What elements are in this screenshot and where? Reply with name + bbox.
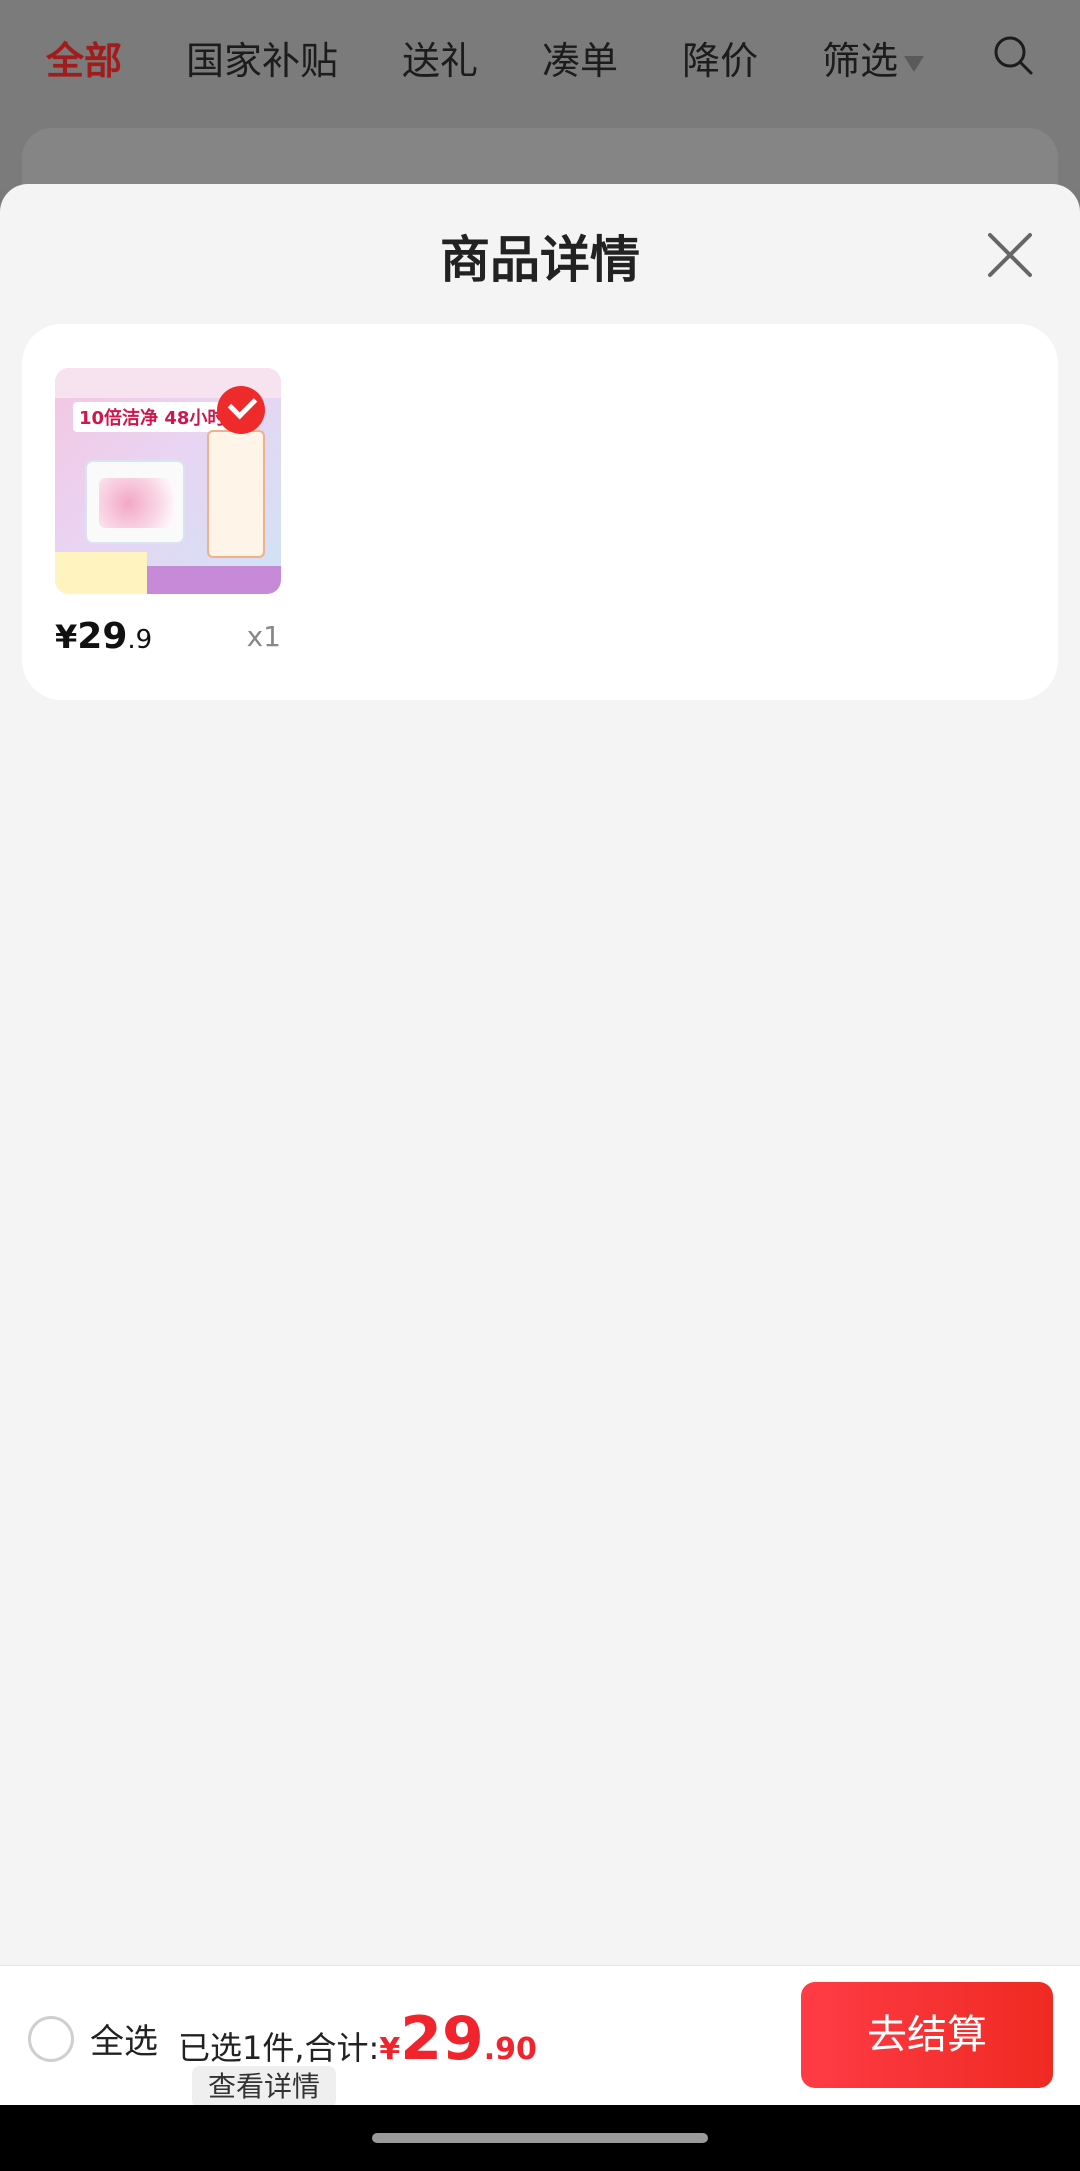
summary-label: 已选1件,合计: [178, 2029, 380, 2067]
product-image[interactable]: 10倍洁净 48小时 [55, 368, 281, 594]
tab-filter[interactable]: 筛选 [822, 30, 925, 85]
tab-filter-label: 筛选 [822, 39, 899, 83]
tab-all[interactable]: 全部 [46, 30, 122, 85]
total-price: ¥29.90 [379, 2004, 537, 2074]
checked-icon[interactable] [217, 386, 265, 434]
product-package [85, 460, 185, 544]
selection-summary: 已选1件,合计:¥29.90 [178, 2004, 537, 2074]
product-card: 10倍洁净 48小时 ¥29.9 x1 [22, 324, 1058, 700]
package-graphic [99, 478, 173, 528]
product-details-sheet: 商品详情 10倍洁净 48小时 ¥29.9 x1 [0, 184, 1080, 2104]
sheet-title: 商品详情 [440, 231, 640, 289]
select-all-label[interactable]: 全选 [90, 2014, 158, 2063]
product-price: ¥29.9 [55, 616, 152, 657]
view-details-button[interactable]: 查看详情 [192, 2066, 337, 2108]
total-currency: ¥ [379, 2032, 401, 2067]
search-icon[interactable] [992, 34, 1034, 76]
checkout-bar: 全选 已选1件,合计:¥29.90 查看详情 去结算 [0, 1965, 1080, 2108]
close-icon[interactable] [985, 230, 1035, 280]
price-currency: ¥ [55, 618, 78, 656]
product-item[interactable]: 10倍洁净 48小时 ¥29.9 x1 [55, 368, 281, 668]
price-row: ¥29.9 x1 [55, 608, 281, 668]
category-tabs: 全部 国家补贴 送礼 凑单 降价 筛选 [0, 0, 1080, 115]
tab-combine-order[interactable]: 凑单 [542, 30, 618, 85]
tab-national-subsidy[interactable]: 国家补贴 [186, 30, 338, 85]
total-integer: 29 [400, 2004, 484, 2074]
image-price-tag [55, 552, 147, 594]
home-indicator[interactable] [372, 2133, 708, 2143]
filter-icon [904, 55, 925, 72]
image-banner [147, 566, 281, 594]
promo-card [207, 430, 265, 558]
price-integer: 29 [77, 616, 128, 657]
tab-price-drop[interactable]: 降价 [682, 30, 758, 85]
total-decimal: .90 [483, 2032, 537, 2067]
price-decimal: .9 [127, 625, 153, 655]
product-quantity: x1 [246, 620, 281, 653]
tab-gift[interactable]: 送礼 [402, 30, 478, 85]
select-all-radio[interactable] [28, 2016, 74, 2062]
system-navigation-bar [0, 2105, 1080, 2171]
checkout-button[interactable]: 去结算 [801, 1982, 1053, 2088]
image-headline: 10倍洁净 48小时 [73, 402, 232, 432]
